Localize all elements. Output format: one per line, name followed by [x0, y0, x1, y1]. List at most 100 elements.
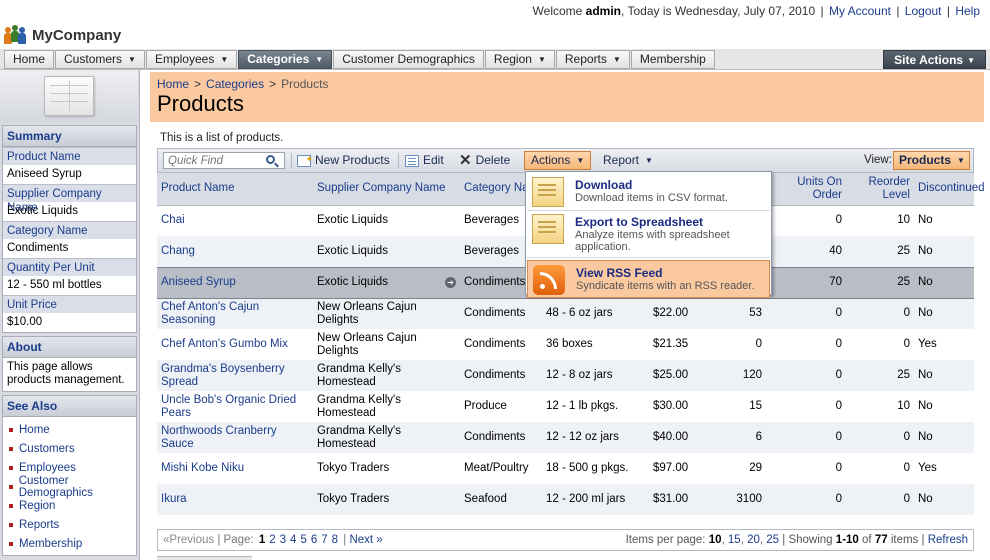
product-link[interactable]: Northwoods Cranberry Sauce: [161, 425, 277, 450]
cell-supplier: Exotic Liquids: [313, 205, 460, 236]
row-action-arrow-icon[interactable]: ➔: [445, 277, 456, 288]
cell-product[interactable]: Ikura: [157, 484, 313, 515]
table-row[interactable]: Mishi Kobe Niku Tokyo Traders Meat/Poultry…: [157, 453, 974, 484]
cell-text: 0: [903, 493, 910, 505]
table-row[interactable]: Chef Anton's Cajun Seasoning New Orleans …: [157, 298, 974, 329]
cell-text: Exotic Liquids: [317, 214, 388, 227]
delete-button[interactable]: ✕ Delete: [459, 152, 510, 169]
site-actions-button[interactable]: Site Actions ▼: [883, 50, 986, 69]
column-header-reorder-level[interactable]: Reorder Level: [846, 173, 914, 206]
edit-button[interactable]: Edit: [405, 152, 444, 169]
cell-product[interactable]: Chef Anton's Gumbo Mix: [157, 329, 313, 360]
bullet-icon: [9, 446, 13, 451]
cell-product[interactable]: Aniseed Syrup: [157, 266, 313, 299]
cell-reorder: 0: [846, 453, 914, 484]
cell-on_order: 40: [766, 236, 846, 267]
spreadsheet-icon: [532, 214, 564, 244]
table-row[interactable]: Uncle Bob's Organic Dried Pears Grandma K…: [157, 391, 974, 422]
product-link[interactable]: Grandma's Boysenberry Spread: [161, 363, 285, 388]
new-products-button[interactable]: New Products: [297, 151, 390, 169]
cell-text: Yes: [918, 462, 937, 474]
see-also-link-reports[interactable]: Reports: [3, 515, 136, 534]
menu-item-reports[interactable]: Reports ▼: [555, 50, 630, 69]
product-link[interactable]: Chef Anton's Gumbo Mix: [161, 338, 288, 350]
page-link-8[interactable]: 8: [330, 534, 340, 546]
page-link-3[interactable]: 3: [278, 534, 288, 546]
summary-field-value: Condiments: [3, 239, 136, 258]
cell-product[interactable]: Grandma's Boysenberry Spread: [157, 360, 313, 391]
table-row[interactable]: Chef Anton's Gumbo Mix New Orleans Cajun …: [157, 329, 974, 360]
column-header-discontinued[interactable]: Discontinued: [914, 173, 984, 206]
product-link[interactable]: Mishi Kobe Niku: [161, 462, 244, 474]
menu-item-employees[interactable]: Employees ▼: [145, 50, 238, 69]
new-item-icon: [297, 151, 313, 168]
search-icon[interactable]: [266, 155, 275, 164]
menu-item-customers[interactable]: Customers ▼: [55, 50, 145, 69]
page-link-7[interactable]: 7: [319, 534, 329, 546]
actions-menu-button[interactable]: Actions ▼: [524, 151, 592, 170]
app-logo[interactable]: MyCompany: [4, 25, 121, 45]
actions-menu-item-description: Download items in CSV format.: [575, 192, 728, 204]
product-link[interactable]: Uncle Bob's Organic Dried Pears: [161, 394, 296, 419]
cell-product[interactable]: Mishi Kobe Niku: [157, 453, 313, 484]
see-also-link-customer-demographics[interactable]: Customer Demographics: [3, 475, 136, 499]
product-link[interactable]: Chang: [161, 245, 195, 257]
see-also-link-customers[interactable]: Customers: [3, 439, 136, 458]
actions-menu-item-view-rss-feed[interactable]: View RSS Feed Syndicate items with an RSS…: [527, 260, 770, 298]
page-link-2[interactable]: 2: [267, 534, 277, 546]
menu-item-home[interactable]: Home: [4, 50, 55, 69]
cell-text: Grandma Kelly's Homestead: [317, 424, 402, 450]
cell-category: Condiments: [460, 298, 542, 329]
help-link[interactable]: Help: [955, 4, 980, 18]
menu-item-customer-demographics[interactable]: Customer Demographics: [333, 50, 484, 69]
product-link[interactable]: Chef Anton's Cajun Seasoning: [161, 301, 259, 326]
page-size-option-15[interactable]: 15: [728, 534, 741, 546]
page-link-6[interactable]: 6: [309, 534, 319, 546]
page-link-5[interactable]: 5: [298, 534, 308, 546]
cell-product[interactable]: Uncle Bob's Organic Dried Pears: [157, 391, 313, 422]
product-link[interactable]: Ikura: [161, 493, 187, 505]
cell-product[interactable]: Chef Anton's Cajun Seasoning: [157, 298, 313, 329]
actions-menu-item-export-to-spreadsheet[interactable]: Export to Spreadsheet Analyze items with …: [527, 210, 770, 258]
report-menu-button[interactable]: Report ▼: [603, 152, 653, 169]
menu-item-region[interactable]: Region ▼: [484, 50, 555, 69]
actions-menu-item-title: View RSS Feed: [576, 266, 663, 280]
summary-field-value: 12 - 550 ml bottles: [3, 276, 136, 295]
see-also-link-home[interactable]: Home: [3, 420, 136, 439]
table-row[interactable]: Grandma's Boysenberry Spread Grandma Kell…: [157, 360, 974, 391]
page-size-option-20[interactable]: 20: [747, 534, 760, 546]
breadcrumb-home[interactable]: Home: [157, 77, 189, 91]
refresh-link[interactable]: Refresh: [928, 534, 968, 546]
product-link[interactable]: Aniseed Syrup: [161, 276, 236, 288]
previous-page-link[interactable]: «Previous: [163, 534, 214, 546]
column-header-supplier[interactable]: Supplier Company Name: [313, 173, 460, 206]
items-per-page-label: Items per page:: [625, 534, 706, 546]
cell-category: Condiments: [460, 360, 542, 391]
cell-text: $40.00: [653, 431, 689, 443]
see-also-link-region[interactable]: Region: [3, 496, 136, 515]
menu-item-membership[interactable]: Membership: [630, 50, 715, 69]
breadcrumb-categories[interactable]: Categories: [206, 77, 264, 91]
next-page-link[interactable]: Next »: [349, 534, 382, 546]
column-header-units-on-order[interactable]: Units On Order: [766, 173, 846, 206]
page-link-4[interactable]: 4: [288, 534, 298, 546]
logout-link[interactable]: Logout: [905, 4, 942, 18]
view-selector[interactable]: Products ▼: [893, 151, 970, 170]
cell-text: 0: [835, 338, 842, 350]
cell-product[interactable]: Chai: [157, 205, 313, 236]
see-also-link-membership[interactable]: Membership: [3, 534, 136, 553]
page-size-option-25[interactable]: 25: [766, 534, 779, 546]
my-account-link[interactable]: My Account: [829, 4, 891, 18]
product-link[interactable]: Chai: [161, 214, 185, 226]
cell-category: Condiments: [460, 329, 542, 360]
column-header-product-name[interactable]: Product Name: [157, 173, 313, 206]
actions-menu-item-download[interactable]: Download Download items in CSV format.: [527, 173, 770, 211]
table-row[interactable]: Northwoods Cranberry Sauce Grandma Kelly'…: [157, 422, 974, 453]
cell-product[interactable]: Northwoods Cranberry Sauce: [157, 422, 313, 453]
cell-product[interactable]: Chang: [157, 236, 313, 267]
menu-item-categories[interactable]: Categories ▼: [238, 50, 333, 69]
table-row[interactable]: Ikura Tokyo Traders Seafood 12 - 200 ml jar…: [157, 484, 974, 515]
cell-price: $40.00: [649, 422, 711, 453]
summary-field-label: Category Name: [3, 221, 136, 239]
cell-text: 12 - 8 oz jars: [546, 369, 613, 381]
